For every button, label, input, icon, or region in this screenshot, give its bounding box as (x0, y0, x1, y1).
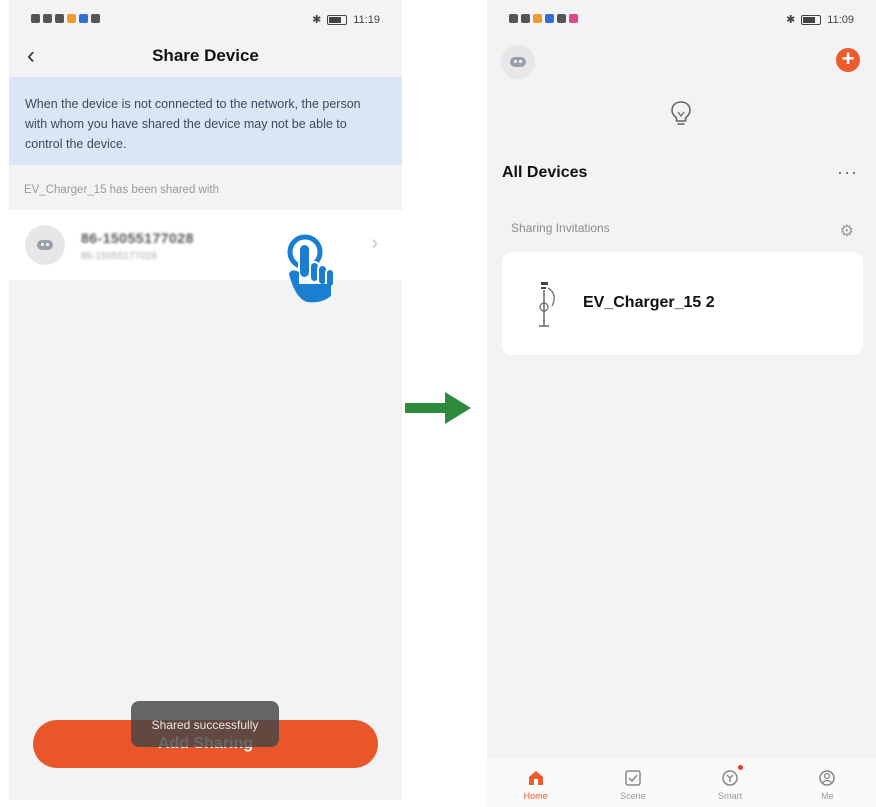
nav-bar: ‹ Share Device (9, 40, 402, 74)
status-icons (509, 14, 578, 23)
tab-label: Home (523, 791, 548, 801)
avatar (25, 225, 65, 265)
shared-account-row[interactable]: 86-15055177028 86-15055177028 › (9, 210, 402, 280)
smart-icon (722, 770, 738, 786)
status-icons (31, 14, 100, 23)
add-device-button[interactable]: + (836, 48, 860, 72)
chevron-right-icon: › (371, 232, 378, 254)
tab-home[interactable]: Home (487, 759, 584, 807)
tab-label: Smart (718, 791, 743, 801)
status-time: 11:09 (827, 13, 854, 26)
status-bar: ✱ 11:19 (9, 0, 402, 40)
gear-icon[interactable]: ⚙ (840, 221, 854, 241)
toast-message: Shared successfully (131, 701, 279, 747)
sharing-invitations-label: Sharing Invitations (511, 221, 610, 235)
scene-icon (625, 770, 641, 786)
tab-scene[interactable]: Scene (584, 759, 681, 807)
shared-with-label: EV_Charger_15 has been shared with (24, 184, 219, 196)
battery-icon (327, 14, 348, 25)
home-screen: ✱ 11:09 + All Devices ··· Sharing Invita… (487, 0, 876, 807)
status-bar: ✱ 11:09 (487, 0, 876, 40)
tab-label: Me (821, 791, 834, 801)
bluetooth-icon: ✱ (312, 14, 322, 26)
tap-hand-icon (287, 234, 335, 303)
transition-arrow-icon (405, 392, 471, 424)
share-device-screen: ✱ 11:19 ‹ Share Device When the device i… (9, 0, 402, 800)
me-icon (819, 770, 836, 786)
ev-charger-icon (539, 282, 555, 327)
battery-icon (801, 14, 822, 25)
network-notice: When the device is not connected to the … (9, 77, 402, 165)
home-icon (528, 771, 543, 785)
notification-dot (737, 765, 743, 770)
home-avatar[interactable] (501, 45, 535, 79)
more-options-button[interactable]: ··· (837, 162, 858, 183)
section-title: All Devices (502, 164, 588, 181)
tab-label: Scene (620, 791, 646, 801)
tab-me[interactable]: Me (779, 759, 876, 807)
tab-smart[interactable]: Smart (682, 759, 779, 807)
bluetooth-icon: ✱ (786, 14, 796, 26)
status-time: 11:19 (353, 13, 380, 26)
bottom-tab-bar: Home Scene Smart Me (487, 759, 876, 807)
page-title: Share Device (152, 46, 259, 65)
shared-account-sub: 86-15055177028 (81, 251, 157, 262)
device-card[interactable]: EV_Charger_15 2 (502, 252, 863, 355)
device-name: EV_Charger_15 2 (583, 294, 715, 311)
shared-account-name: 86-15055177028 (81, 230, 194, 246)
lightbulb-icon (671, 101, 691, 125)
